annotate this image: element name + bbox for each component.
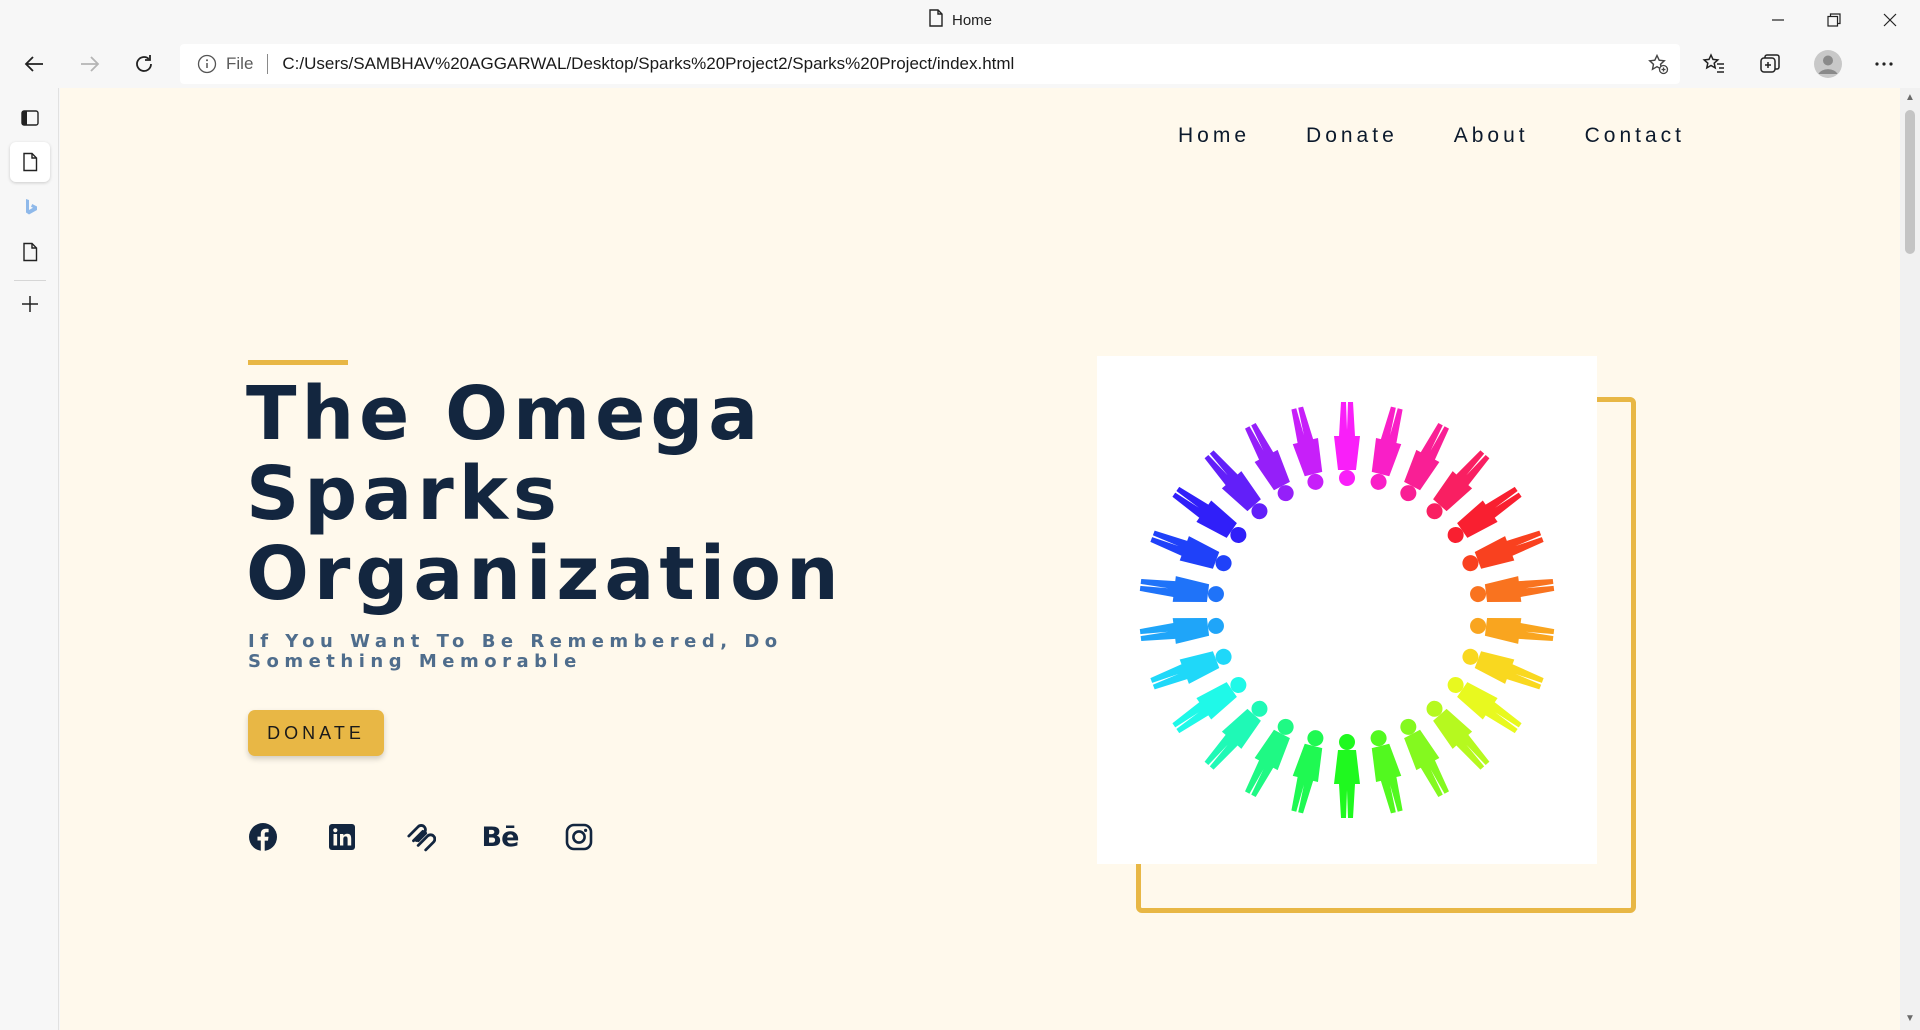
tab-panel-icon [21,110,39,126]
document-icon [23,242,38,262]
tab-actions-button[interactable] [10,98,50,138]
browser-toolbar: File C:/Users/SAMBHAV%20AGGARWAL/Desktop… [0,40,1920,88]
person-silhouette [1334,734,1360,818]
collections-button[interactable] [1750,44,1790,84]
sidebar-tab-home[interactable] [10,142,50,182]
scroll-down-arrow-icon[interactable]: ▼ [1905,1014,1915,1024]
address-url[interactable]: C:/Users/SAMBHAV%20AGGARWAL/Desktop/Spar… [282,54,1014,74]
person-silhouette [1370,730,1403,814]
forward-button[interactable] [70,44,110,84]
sidebar-tab-bing[interactable] [10,187,50,227]
person-silhouette [1291,730,1324,814]
vertical-tabs-sidebar [0,88,59,1030]
site-navigation: Home Donate About Contact [1178,124,1685,148]
refresh-icon [136,55,152,72]
info-icon[interactable] [196,53,218,75]
close-icon [1883,13,1897,27]
more-horizontal-icon [1875,62,1893,66]
bing-icon [26,199,37,215]
hero-subtitle: If You Want To Be Remembered, Do Somethi… [248,631,783,672]
back-button[interactable] [14,44,54,84]
plus-icon [22,296,38,312]
profile-button[interactable] [1808,44,1848,84]
document-icon [928,9,944,31]
document-icon [23,152,38,172]
linkedin-icon[interactable] [327,822,357,852]
restore-button[interactable] [1806,0,1862,40]
address-separator [267,54,269,74]
window-title-text: Home [951,11,992,29]
new-tab-button[interactable] [10,284,50,324]
sidebar-tab-page[interactable] [10,232,50,272]
sidebar-divider [14,280,46,281]
browser-title-bar: Home [0,0,1920,40]
minimize-button[interactable] [1750,0,1806,40]
address-bar[interactable]: File C:/Users/SAMBHAV%20AGGARWAL/Desktop… [180,44,1680,84]
nav-link-home[interactable]: Home [1178,124,1250,148]
page-scrollbar[interactable]: ▲ ▼ [1900,88,1920,1030]
title-accent-line [248,360,348,365]
donate-button[interactable]: DONATE [248,710,384,756]
person-silhouette [1139,617,1224,644]
favorites-icon [1702,53,1724,73]
person-silhouette [1139,576,1224,603]
favorites-button[interactable] [1694,44,1734,84]
squarespace-icon[interactable] [406,822,436,852]
person-silhouette [1470,617,1555,644]
behance-icon[interactable]: Bē [482,822,520,853]
person-silhouette [1370,406,1403,490]
hero-image [1097,356,1597,864]
hero-title-line: Sparks [246,451,562,537]
minimize-icon [1772,19,1784,21]
scroll-up-arrow-icon[interactable]: ▲ [1905,93,1915,103]
behance-text: Bē [481,821,520,853]
more-menu-button[interactable] [1864,44,1904,84]
facebook-icon[interactable] [248,822,278,852]
restore-icon [1827,13,1841,27]
social-links: Bē [248,822,594,853]
nav-link-contact[interactable]: Contact [1585,124,1685,148]
arrow-right-icon [81,56,100,72]
scrollbar-thumb[interactable] [1905,110,1915,254]
person-silhouette [1291,406,1324,490]
add-favorite-icon[interactable] [1646,52,1670,76]
person-silhouette [1470,576,1555,603]
refresh-button[interactable] [124,44,164,84]
arrow-left-icon [24,56,43,72]
nav-link-donate[interactable]: Donate [1306,124,1398,148]
page-viewport: Home Donate About Contact The Omega Spar… [60,88,1900,1030]
instagram-icon[interactable] [564,822,594,852]
collections-icon [1760,54,1780,73]
nav-link-about[interactable]: About [1454,124,1529,148]
hero-title-line: The Omega [246,371,764,457]
hero-title-line: Organization [246,531,844,617]
close-button[interactable] [1862,0,1918,40]
avatar-icon [1814,50,1842,78]
hero-title: The Omega Sparks Organization [246,374,966,614]
window-title: Home [0,0,1920,40]
rainbow-people-ring-illustration [1139,402,1555,818]
address-scheme-label: File [226,54,254,73]
person-silhouette [1334,402,1360,486]
